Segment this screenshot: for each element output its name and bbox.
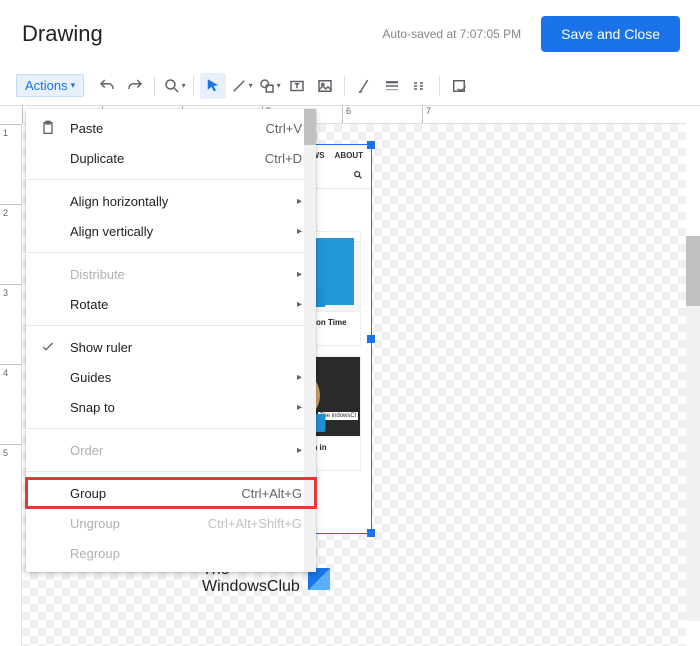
menu-item-shortcut: Ctrl+Alt+G	[241, 486, 302, 501]
menu-item-shortcut: Ctrl+D	[265, 151, 302, 166]
actions-menu-button[interactable]: Actions	[16, 74, 84, 97]
menu-item-rotate[interactable]: Rotate ▸	[26, 289, 316, 319]
menu-separator	[26, 179, 316, 180]
submenu-arrow-icon: ▸	[297, 269, 302, 280]
menu-item-label: Order	[70, 443, 103, 458]
redo-button[interactable]	[122, 73, 148, 99]
menu-item-shortcut: Ctrl+Alt+Shift+G	[208, 516, 302, 531]
menu-item-label: Align horizontally	[70, 194, 168, 209]
drawing-toolbar: Actions	[0, 66, 700, 106]
submenu-arrow-icon: ▸	[297, 402, 302, 413]
select-tool-button[interactable]	[200, 73, 226, 99]
menu-item-align-vertically[interactable]: Align vertically ▸	[26, 216, 316, 246]
menu-separator	[26, 252, 316, 253]
menu-item-label: Paste	[70, 121, 103, 136]
submenu-arrow-icon: ▸	[297, 299, 302, 310]
actions-dropdown-menu: Paste Ctrl+V Duplicate Ctrl+D Align hori…	[26, 109, 316, 572]
menu-item-duplicate[interactable]: Duplicate Ctrl+D	[26, 143, 316, 173]
submenu-arrow-icon: ▸	[297, 445, 302, 456]
toolbar-separator	[344, 76, 345, 96]
submenu-arrow-icon: ▸	[297, 372, 302, 383]
line-dash-button[interactable]	[407, 73, 433, 99]
undo-button[interactable]	[94, 73, 120, 99]
menu-item-label: Show ruler	[70, 340, 132, 355]
menu-item-label: Align vertically	[70, 224, 153, 239]
vertical-scrollbar-thumb[interactable]	[686, 236, 700, 306]
menu-item-label: Guides	[70, 370, 111, 385]
autosave-status: Auto-saved at 7:07:05 PM	[382, 27, 521, 41]
menu-item-regroup: Regroup	[26, 538, 316, 568]
shape-tool-button[interactable]	[256, 73, 282, 99]
menu-item-group[interactable]: Group Ctrl+Alt+G	[26, 478, 316, 508]
save-and-close-button[interactable]: Save and Close	[541, 16, 680, 52]
toolbar-separator	[439, 76, 440, 96]
menu-separator	[26, 428, 316, 429]
menu-item-paste[interactable]: Paste Ctrl+V	[26, 113, 316, 143]
fill-color-button[interactable]	[351, 73, 377, 99]
menu-item-label: Group	[70, 486, 106, 501]
line-weight-button[interactable]	[379, 73, 405, 99]
dialog-title: Drawing	[22, 21, 103, 47]
crop-button[interactable]	[446, 73, 472, 99]
dialog-header: Drawing Auto-saved at 7:07:05 PM Save an…	[0, 0, 700, 66]
menu-item-label: Distribute	[70, 267, 125, 282]
check-icon	[40, 339, 56, 355]
submenu-arrow-icon: ▸	[297, 196, 302, 207]
line-tool-button[interactable]	[228, 73, 254, 99]
image-button[interactable]	[312, 73, 338, 99]
menu-item-guides[interactable]: Guides ▸	[26, 362, 316, 392]
toolbar-separator	[154, 76, 155, 96]
menu-separator	[26, 325, 316, 326]
menu-item-order: Order ▸	[26, 435, 316, 465]
menu-item-show-ruler[interactable]: Show ruler	[26, 332, 316, 362]
menu-item-align-horizontally[interactable]: Align horizontally ▸	[26, 186, 316, 216]
toolbar-separator	[193, 76, 194, 96]
submenu-arrow-icon: ▸	[297, 226, 302, 237]
search-icon	[353, 170, 363, 182]
vertical-ruler: 12345	[0, 124, 22, 646]
menu-item-ungroup: Ungroup Ctrl+Alt+Shift+G	[26, 508, 316, 538]
paste-icon	[40, 120, 56, 136]
menu-item-snap-to[interactable]: Snap to ▸	[26, 392, 316, 422]
menu-item-label: Snap to	[70, 400, 115, 415]
menu-item-distribute: Distribute ▸	[26, 259, 316, 289]
menu-item-label: Ungroup	[70, 516, 120, 531]
menu-item-label: Duplicate	[70, 151, 124, 166]
menu-item-shortcut: Ctrl+V	[266, 121, 302, 136]
textbox-button[interactable]	[284, 73, 310, 99]
menu-item-label: Rotate	[70, 297, 108, 312]
menu-item-label: Regroup	[70, 546, 120, 561]
zoom-button[interactable]	[161, 73, 187, 99]
menu-separator	[26, 471, 316, 472]
